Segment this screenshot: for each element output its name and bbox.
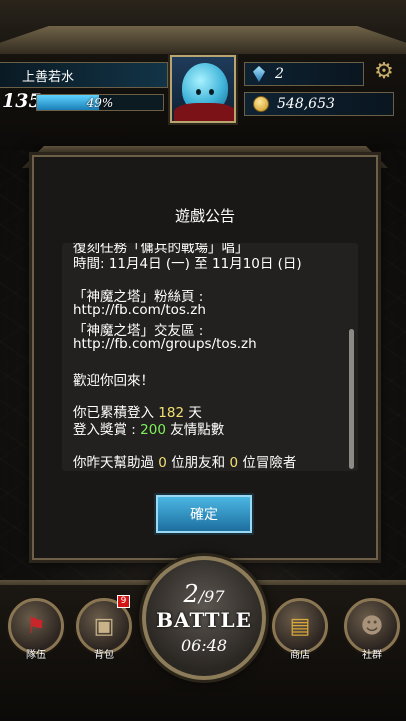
gem-count: 2 — [275, 66, 284, 82]
stamina-max: /97 — [198, 587, 225, 606]
coin-count: 548,653 — [277, 96, 335, 112]
coin-icon — [253, 96, 269, 112]
community-label: 社群 — [362, 650, 382, 661]
creature-eye-right — [209, 89, 214, 95]
backpack-icon: ▣ — [93, 613, 115, 639]
helped-mid: 位朋友和 — [166, 455, 230, 471]
diamond-icon — [253, 66, 265, 82]
notice-line: 時間: 11月4日 (一) 至 11月10日 (日) — [73, 256, 302, 272]
notice-scrollbar[interactable] — [349, 329, 354, 469]
dialog-title: 遊戲公告 — [174, 207, 235, 225]
exp-percent: 49% — [86, 95, 114, 110]
stamina-display: 2/97 — [146, 580, 262, 608]
stamina-timer: 06:48 — [180, 636, 228, 655]
player-name: 上善若水 — [22, 69, 75, 85]
backpack-badge: 9 — [117, 595, 130, 608]
battle-button[interactable]: 2/97 BATTLE 06:48 — [142, 556, 266, 680]
confirm-button[interactable]: 確定 — [156, 495, 252, 533]
notice-line: http://fb.com/groups/tos.zh — [73, 336, 257, 352]
notice-line: 歡迎你回來！ — [73, 373, 154, 389]
login-reward-label: 登入獎賞 : — [73, 422, 141, 438]
shop-label: 商店 — [290, 650, 310, 661]
stamina-current: 2 — [183, 580, 199, 608]
leader-cape — [174, 103, 234, 121]
treasure-chest-icon: ▤ — [289, 613, 311, 639]
helped-label: 你昨天幫助過 — [73, 455, 159, 471]
notice-dialog: 遊戲公告 復刻任務「傭兵的戰場」唱」 時間: 11月4日 (一) 至 11月10… — [32, 155, 378, 560]
team-label: 隊伍 — [26, 650, 46, 661]
backpack-label: 背包 — [94, 650, 114, 661]
login-reward-unit: 友情點數 — [165, 422, 225, 438]
top-hud-trim — [0, 26, 406, 54]
helped-line: 你昨天幫助過 0 位朋友和 0 位冒險者 — [73, 451, 296, 471]
coin-counter: 548,653 — [244, 92, 394, 116]
leader-portrait[interactable] — [170, 55, 236, 123]
login-reward-value: 200 — [140, 422, 166, 438]
notice-text-area[interactable]: 復刻任務「傭兵的戰場」唱」 時間: 11月4日 (一) 至 11月10日 (日)… — [62, 243, 358, 471]
login-reward-line: 登入獎賞 : 200 友情點數 — [73, 418, 224, 438]
flag-icon: ⚑ — [26, 613, 46, 639]
creature-eye-left — [196, 89, 201, 95]
helped-friends-value: 0 — [158, 455, 167, 471]
settings-gear-icon[interactable]: ⚙ — [364, 56, 404, 86]
battle-label: BATTLE — [156, 608, 252, 632]
exp-bar: 49% — [36, 94, 164, 111]
people-icon: ☻ — [360, 613, 384, 639]
notice-line: http://fb.com/tos.zh — [73, 302, 206, 318]
helped-adventurers-value: 0 — [229, 455, 239, 471]
player-name-bar: 上善若水 — [0, 62, 168, 88]
helped-end: 位冒險者 — [238, 455, 297, 471]
gem-counter[interactable]: 2 — [244, 62, 364, 86]
